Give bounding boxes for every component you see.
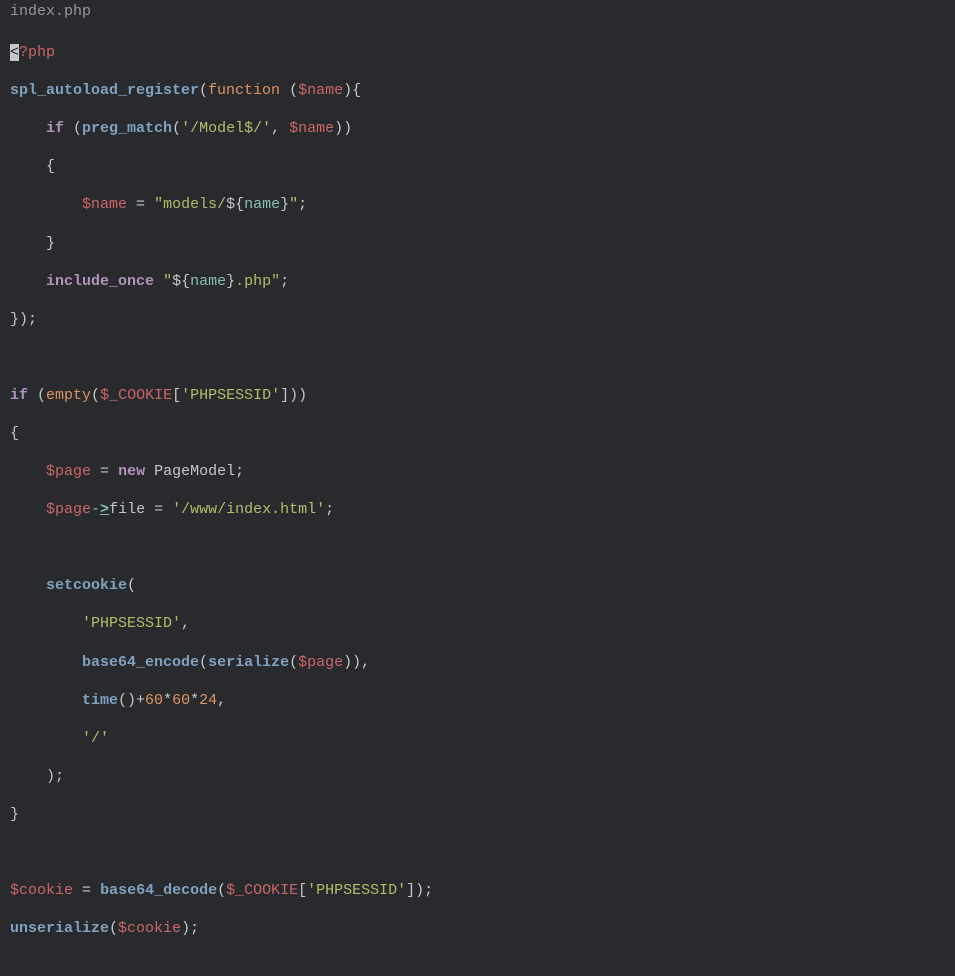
php-open-bracket: < bbox=[10, 44, 19, 61]
brace-open: { bbox=[10, 425, 19, 442]
op-arrow1: - bbox=[91, 501, 100, 518]
str-regex: '/Model$/' bbox=[181, 120, 271, 137]
interp-var: name bbox=[244, 196, 280, 213]
code-line: time()+60*60*24, bbox=[10, 691, 955, 710]
code-line: spl_autoload_register(function ($name){ bbox=[10, 81, 955, 100]
fn-unserialize: unserialize bbox=[10, 920, 109, 937]
interp-close: } bbox=[226, 273, 235, 290]
code-line: } bbox=[10, 234, 955, 253]
kw-function: function bbox=[208, 82, 280, 99]
fn-setcookie: setcookie bbox=[46, 577, 127, 594]
fn-spl-autoload: spl_autoload_register bbox=[10, 82, 199, 99]
str-phpsessid: 'PHPSESSID' bbox=[82, 615, 181, 632]
var-name: $name bbox=[298, 82, 343, 99]
fn-serialize: serialize bbox=[208, 654, 289, 671]
code-line: ); bbox=[10, 767, 955, 786]
num-60: 60 bbox=[172, 692, 190, 709]
fn-empty: empty bbox=[46, 387, 91, 404]
interp-open: ${ bbox=[172, 273, 190, 290]
code-line: $cookie = base64_decode($_COOKIE['PHPSES… bbox=[10, 881, 955, 900]
code-line: setcookie( bbox=[10, 576, 955, 595]
interp-open: ${ bbox=[226, 196, 244, 213]
code-line bbox=[10, 538, 955, 557]
code-line: <?php bbox=[10, 43, 955, 62]
brace-close: } bbox=[46, 235, 55, 252]
str-slash: '/' bbox=[82, 730, 109, 747]
str-phpsessid: 'PHPSESSID' bbox=[181, 387, 280, 404]
var-cookie-arr: $_COOKIE bbox=[226, 882, 298, 899]
str-models: "models/ bbox=[154, 196, 226, 213]
interp-var: name bbox=[190, 273, 226, 290]
kw-if: if bbox=[10, 387, 28, 404]
var-page: $page bbox=[298, 654, 343, 671]
num-60: 60 bbox=[145, 692, 163, 709]
var-cookie: $_COOKIE bbox=[100, 387, 172, 404]
kw-include: include_once bbox=[46, 273, 154, 290]
code-line: }); bbox=[10, 310, 955, 329]
code-line: if (empty($_COOKIE['PHPSESSID'])) bbox=[10, 386, 955, 405]
str-endq: " bbox=[289, 196, 298, 213]
fn-b64dec: base64_decode bbox=[100, 882, 217, 899]
code-area[interactable]: <?php spl_autoload_register(function ($n… bbox=[0, 24, 955, 976]
var-cookie: $cookie bbox=[118, 920, 181, 937]
str-phpsessid: 'PHPSESSID' bbox=[307, 882, 406, 899]
prop-file: file bbox=[109, 501, 145, 518]
op-assign: = bbox=[82, 882, 91, 899]
kw-if: if bbox=[46, 120, 64, 137]
code-line: { bbox=[10, 157, 955, 176]
fn-time: time bbox=[82, 692, 118, 709]
op-arrow2: > bbox=[100, 501, 109, 518]
fn-b64enc: base64_encode bbox=[82, 654, 199, 671]
code-line: include_once "${name}.php"; bbox=[10, 272, 955, 291]
close-call: ); bbox=[46, 768, 64, 785]
var-name: $name bbox=[82, 196, 127, 213]
op-assign: = bbox=[136, 196, 145, 213]
close-call: }); bbox=[10, 311, 37, 328]
code-line: $page->file = '/www/index.html'; bbox=[10, 500, 955, 519]
code-line: '/' bbox=[10, 729, 955, 748]
var-cookie: $cookie bbox=[10, 882, 73, 899]
code-line: } bbox=[10, 805, 955, 824]
str-indexhtml: '/www/index.html' bbox=[172, 501, 325, 518]
kw-new: new bbox=[118, 463, 145, 480]
code-line: $name = "models/${name}"; bbox=[10, 195, 955, 214]
interp-close: } bbox=[280, 196, 289, 213]
op-assign: = bbox=[100, 463, 109, 480]
fn-pregmatch: preg_match bbox=[82, 120, 172, 137]
code-line: $page = new PageModel; bbox=[10, 462, 955, 481]
code-line bbox=[10, 843, 955, 862]
code-line: base64_encode(serialize($page)), bbox=[10, 653, 955, 672]
str-q: " bbox=[271, 273, 280, 290]
var-page: $page bbox=[46, 463, 91, 480]
brace-open: { bbox=[46, 158, 55, 175]
var-page: $page bbox=[46, 501, 91, 518]
str-q: " bbox=[163, 273, 172, 290]
php-tag: ?php bbox=[19, 44, 55, 61]
tab-filename[interactable]: index.php bbox=[10, 3, 91, 20]
code-line: unserialize($cookie); bbox=[10, 919, 955, 938]
tab-bar: index.php bbox=[0, 0, 955, 24]
class-pagemodel: PageModel bbox=[154, 463, 235, 480]
str-dotphp: .php bbox=[235, 273, 271, 290]
code-line: { bbox=[10, 424, 955, 443]
op-assign: = bbox=[154, 501, 163, 518]
code-editor: index.php <?php spl_autoload_register(fu… bbox=[0, 0, 955, 607]
brace-close: } bbox=[10, 806, 19, 823]
code-line: 'PHPSESSID', bbox=[10, 614, 955, 633]
code-line: if (preg_match('/Model$/', $name)) bbox=[10, 119, 955, 138]
var-name: $name bbox=[289, 120, 334, 137]
num-24: 24 bbox=[199, 692, 217, 709]
code-line bbox=[10, 348, 955, 367]
